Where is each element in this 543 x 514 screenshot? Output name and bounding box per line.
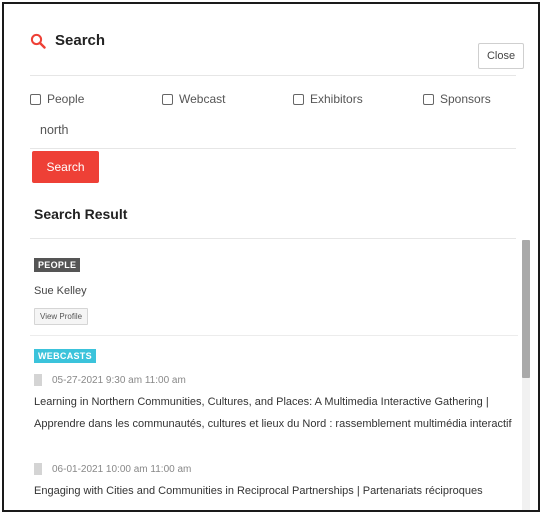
filter-label: Exhibitors [310,92,363,106]
view-profile-button[interactable]: View Profile [34,308,89,325]
search-button[interactable]: Search [32,151,99,183]
search-input[interactable]: north [40,123,69,137]
close-button[interactable]: Close [478,43,524,69]
filter-people[interactable]: People [30,92,84,106]
exhibitors-checkbox[interactable] [293,93,304,105]
date-text: 05-27-2021 9:30 am 11:00 am [52,374,186,386]
webcast-checkbox[interactable] [162,93,173,105]
webcasts-badge: WEBCASTS [34,349,96,363]
dialog-header: Search [30,32,105,49]
results-scrollbar[interactable] [522,240,530,510]
section-divider [30,335,518,336]
result-divider [30,238,516,239]
filter-label: Sponsors [440,92,491,106]
filter-label: People [47,92,85,106]
results-panel[interactable]: PEOPLE Sue Kelley View Profile WEBCASTS … [30,240,530,510]
scrollbar-thumb[interactable] [522,240,530,378]
filter-webcast[interactable]: Webcast [162,92,225,106]
filter-group: People Webcast Exhibitors Sponsors [30,92,500,110]
people-badge: PEOPLE [34,258,81,272]
search-dialog: Search Close People Webcast Exhibitors S… [2,2,540,512]
calendar-icon [34,374,42,386]
filter-sponsors[interactable]: Sponsors [423,92,491,106]
sponsors-checkbox[interactable] [423,93,434,105]
header-divider [30,75,516,76]
input-divider [30,148,516,149]
person-name: Sue Kelley [34,285,87,297]
dialog-title: Search [55,32,106,49]
people-checkbox[interactable] [30,93,41,105]
webcast-title[interactable]: Engaging with Cities and Communities in … [34,480,518,502]
search-result-heading: Search Result [34,206,128,222]
filter-exhibitors[interactable]: Exhibitors [293,92,363,106]
webcast-date: 06-01-2021 10:00 am 11:00 am [34,463,191,475]
webcast-date: 05-27-2021 9:30 am 11:00 am [34,374,186,386]
search-icon [30,33,46,49]
calendar-icon [34,463,42,475]
webcast-title[interactable]: Learning in Northern Communities, Cultur… [34,391,518,435]
filter-label: Webcast [179,92,226,106]
date-text: 06-01-2021 10:00 am 11:00 am [52,463,192,475]
